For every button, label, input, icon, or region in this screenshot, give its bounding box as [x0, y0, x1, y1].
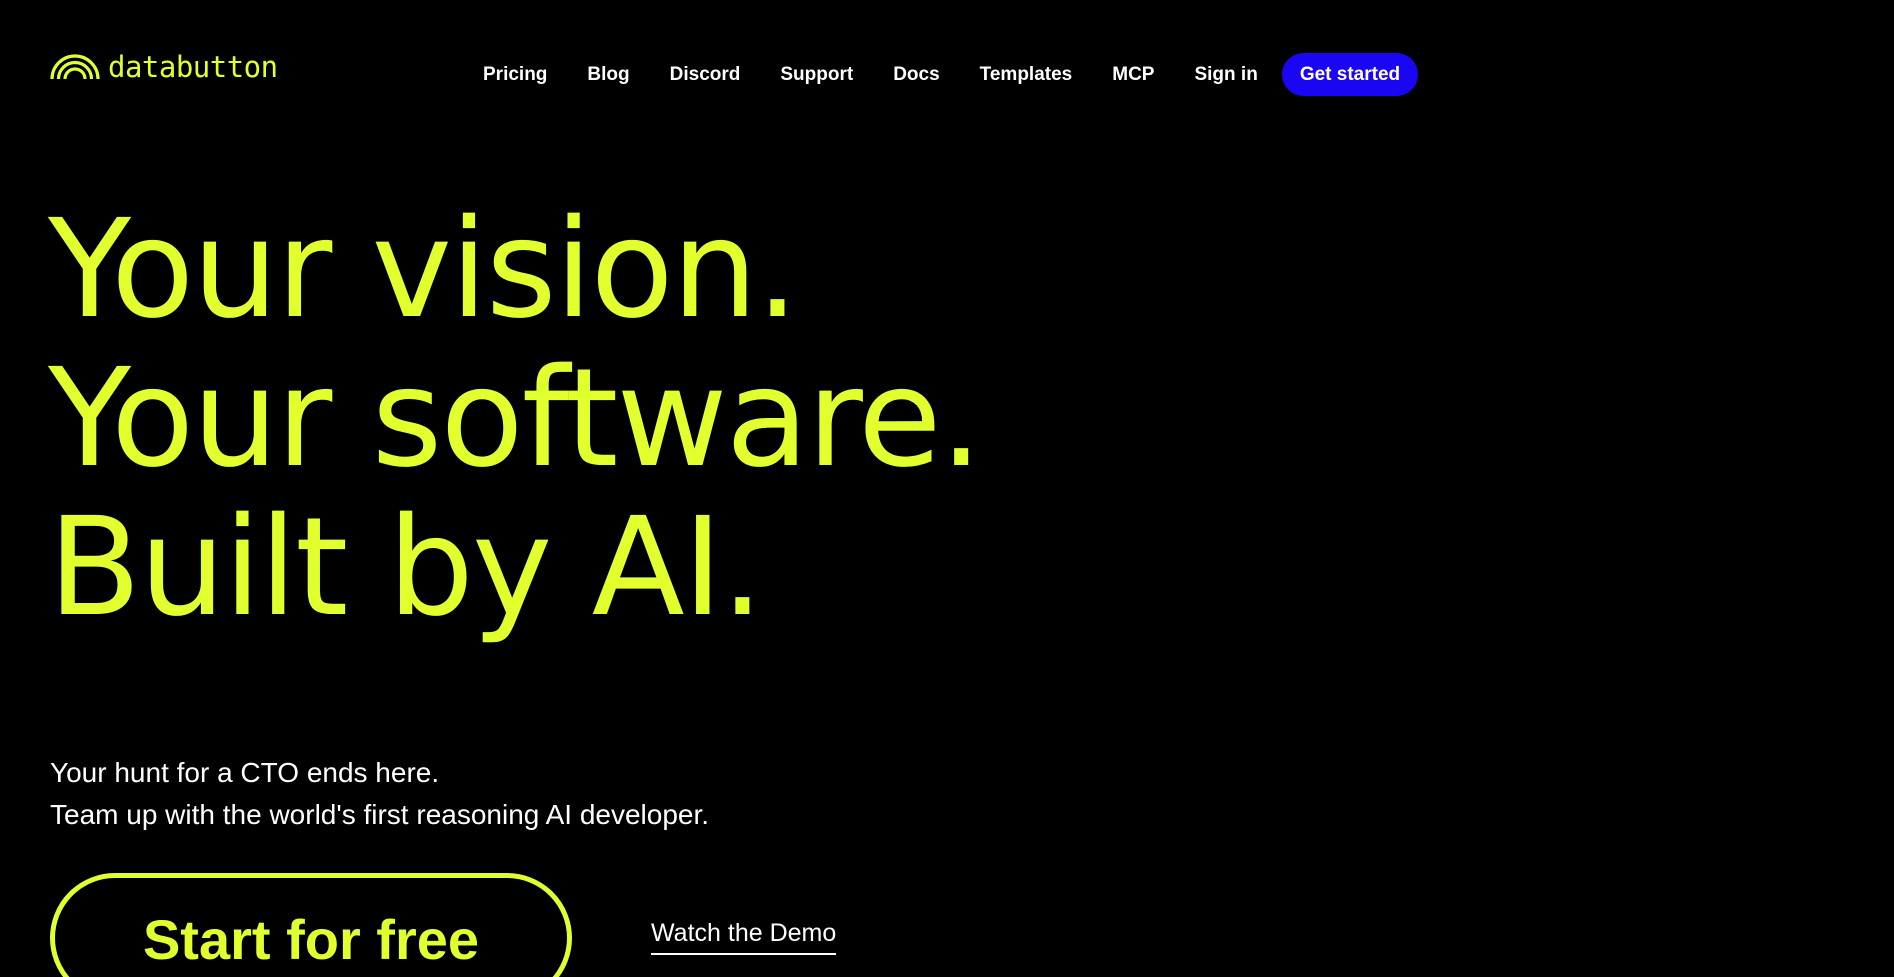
hero-subtitle-line-2: Team up with the world's first reasoning…	[50, 799, 710, 830]
nav-link-templates[interactable]: Templates	[980, 64, 1073, 86]
nav-link-pricing[interactable]: Pricing	[483, 64, 547, 86]
rainbow-arcs-icon	[50, 53, 100, 81]
nav-link-discord[interactable]: Discord	[670, 64, 741, 86]
nav-link-docs[interactable]: Docs	[893, 64, 939, 86]
get-started-button[interactable]: Get started	[1281, 53, 1419, 96]
hero-subtitle-line-1: Your hunt for a CTO ends here.	[50, 757, 440, 788]
hero-title-line-3: Built by AI.	[48, 489, 764, 647]
start-for-free-label: Start for free	[142, 908, 480, 971]
hero-subtitle: Your hunt for a CTO ends here. Team up w…	[50, 752, 709, 836]
start-for-free-button[interactable]: Start for free	[50, 873, 572, 977]
sign-in-link[interactable]: Sign in	[1194, 64, 1257, 86]
brand-name: databutton	[108, 50, 278, 84]
main-nav: Pricing Blog Discord Support Docs Templa…	[483, 53, 1419, 96]
nav-link-blog[interactable]: Blog	[587, 64, 629, 86]
hero-title-line-1: Your vision.	[48, 191, 799, 349]
brand-logo[interactable]: databutton	[50, 50, 278, 84]
hero-title: Your vision. Your software. Built by AI.	[48, 191, 983, 647]
nav-link-mcp[interactable]: MCP	[1112, 64, 1154, 86]
watch-demo-link[interactable]: Watch the Demo	[651, 919, 837, 955]
nav-link-support[interactable]: Support	[780, 64, 853, 86]
hero-title-line-2: Your software.	[48, 340, 983, 498]
